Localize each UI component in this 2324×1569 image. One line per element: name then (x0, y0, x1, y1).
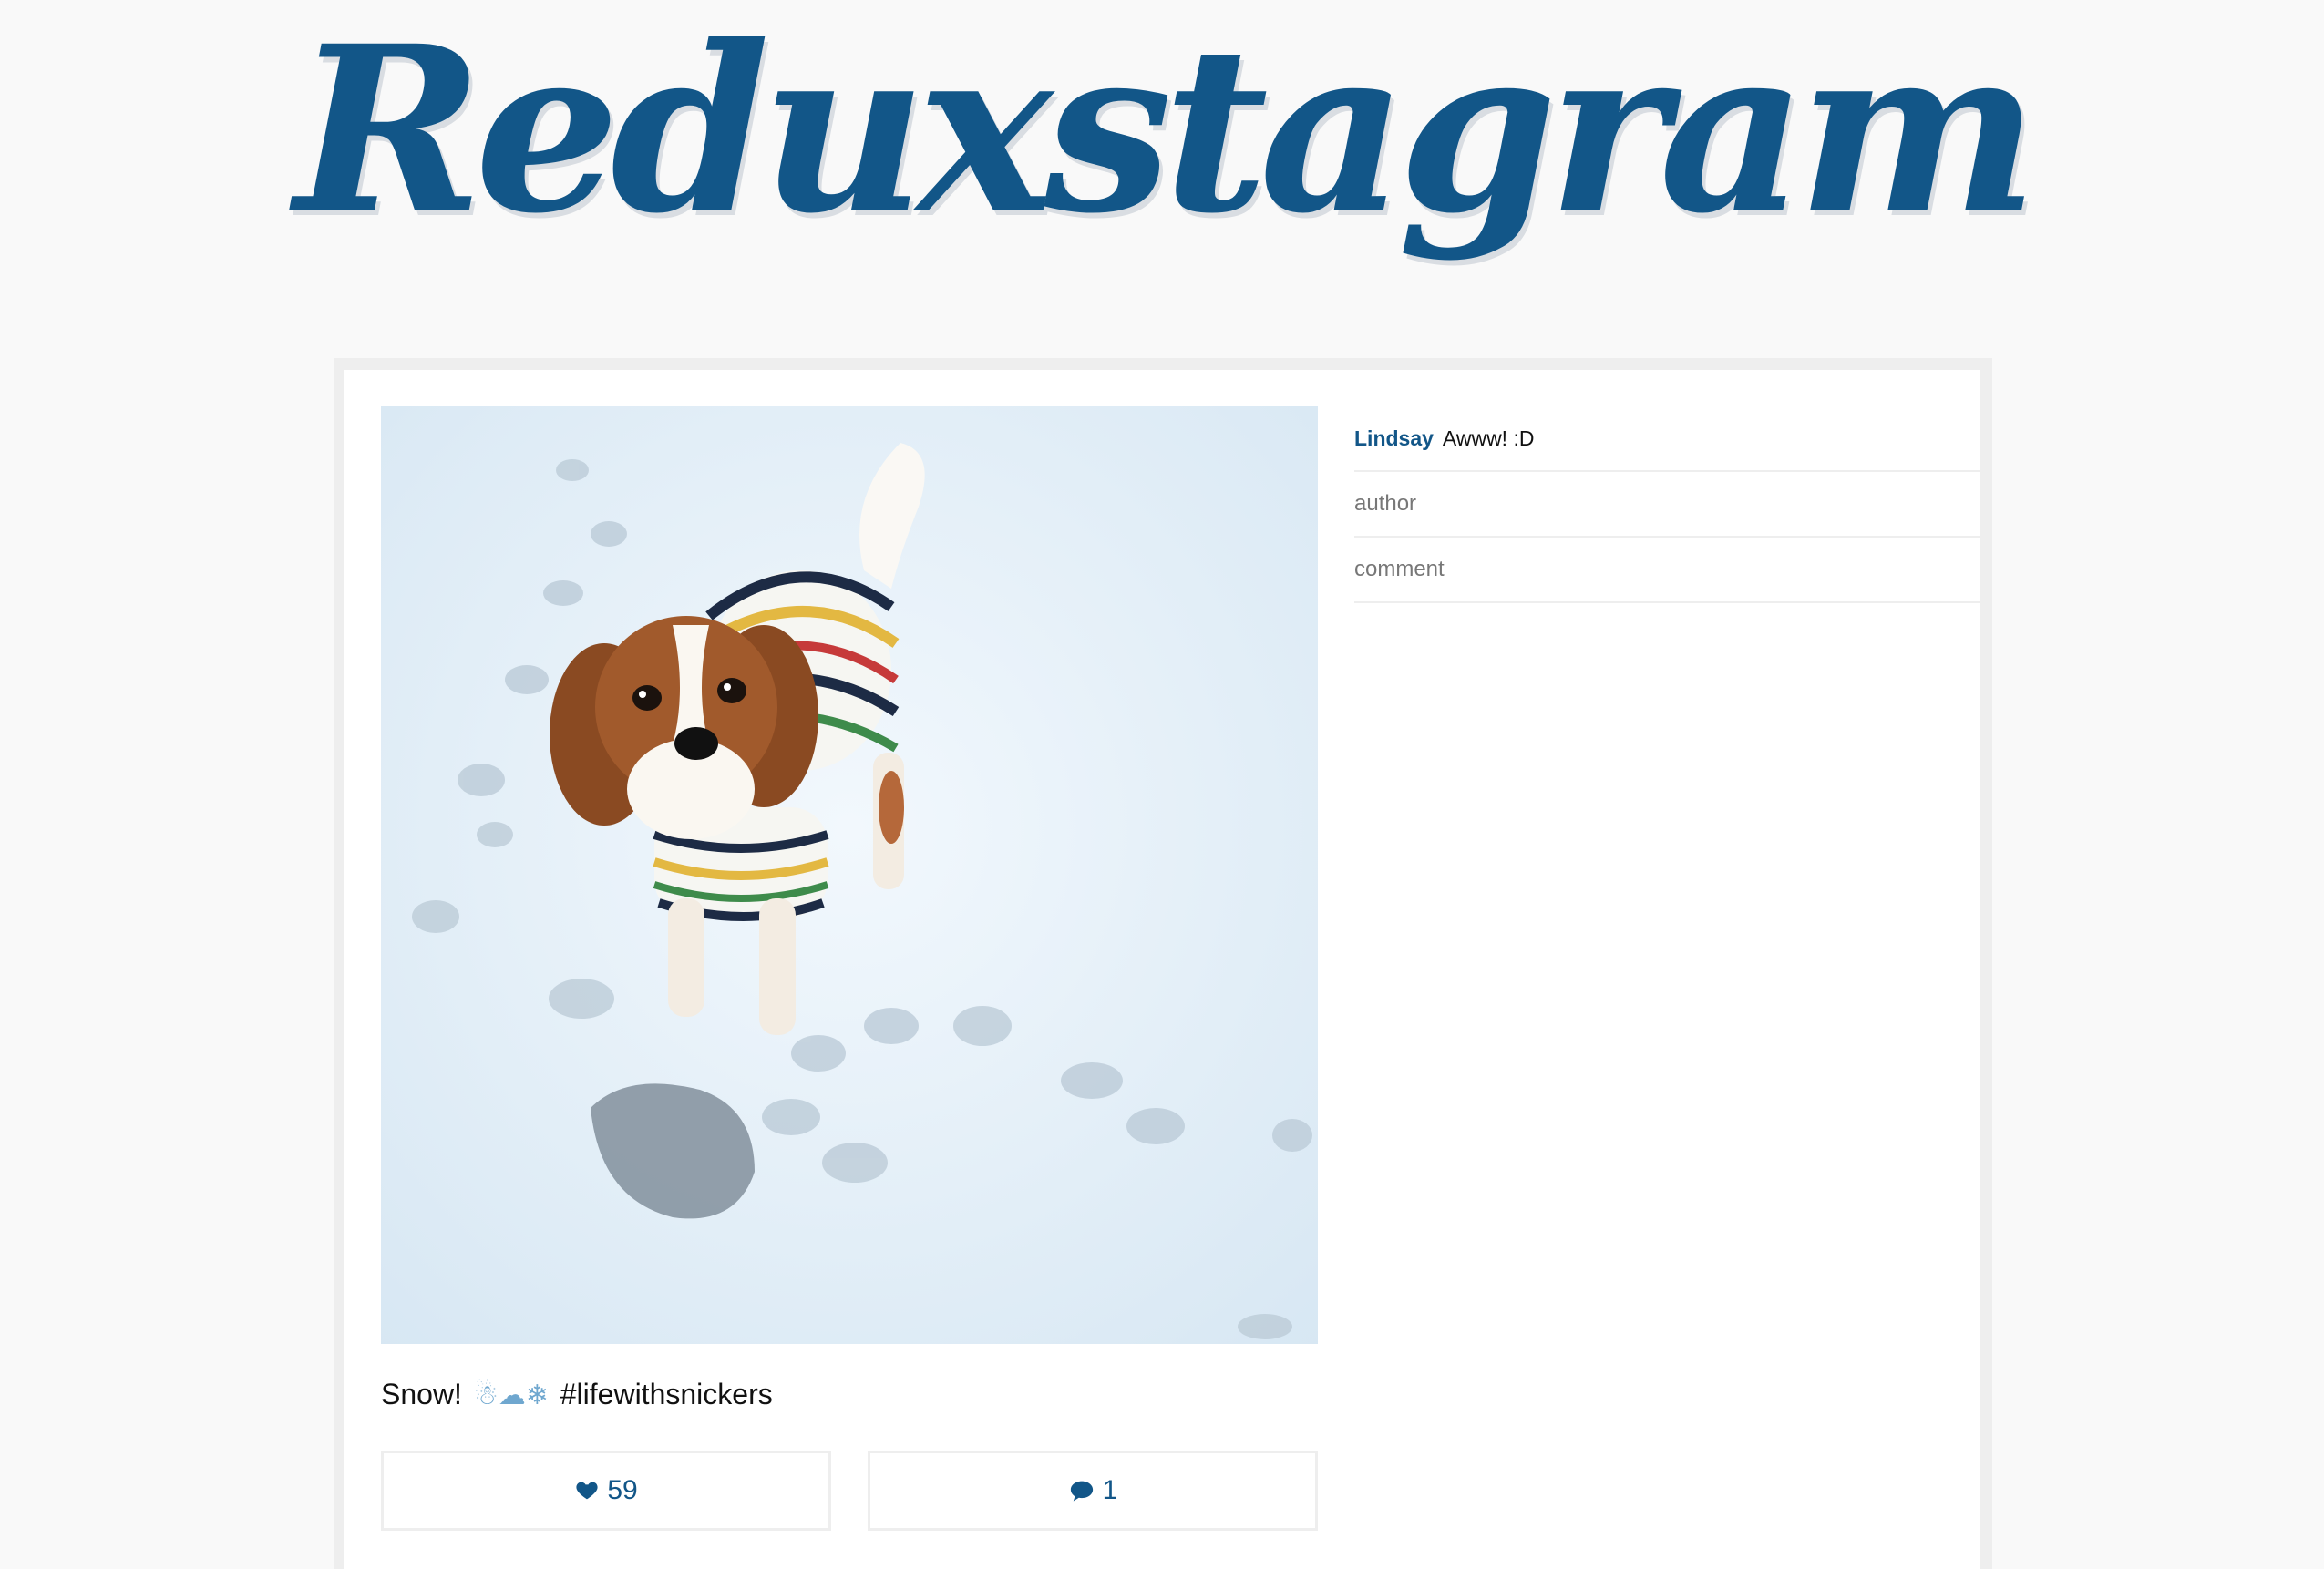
logo-wordmark: Reduxstagram Reduxstagram (289, 0, 2042, 269)
app-logo[interactable]: Reduxstagram Reduxstagram (0, 0, 2324, 355)
caption-hashtag[interactable]: #lifewithsnickers (560, 1378, 773, 1410)
like-count: 59 (607, 1475, 638, 1505)
post-card: Snow! ☃☁❄ #lifewithsnickers 59 1 Lindsay… (344, 370, 1980, 1569)
comments-button[interactable]: 1 (868, 1451, 1318, 1531)
heart-icon (576, 1482, 598, 1500)
comment-input[interactable] (1354, 557, 1980, 582)
snow-emoji-icons: ☃☁❄ (473, 1379, 549, 1411)
comment-form (1354, 472, 1980, 603)
comment-author[interactable]: Lindsay (1354, 426, 1434, 451)
post-caption: Snow! ☃☁❄ #lifewithsnickers (381, 1378, 773, 1411)
comment-text: Awww! :D (1442, 426, 1535, 450)
caption-text: Snow! (381, 1378, 462, 1410)
comments-panel: Lindsay Awww! :D (1354, 406, 1980, 603)
author-field-row (1354, 472, 1980, 538)
post-photo[interactable] (381, 406, 1318, 1344)
dog-in-snow-image (381, 406, 1318, 1344)
comment-count: 1 (1102, 1475, 1118, 1505)
logo-text: Reduxstagram (289, 0, 2030, 263)
comment-field-row (1354, 538, 1980, 603)
comment-item: Lindsay Awww! :D (1354, 406, 1980, 472)
like-button[interactable]: 59 (381, 1451, 831, 1531)
speech-bubble-icon (1070, 1481, 1093, 1502)
author-input[interactable] (1354, 491, 1980, 517)
